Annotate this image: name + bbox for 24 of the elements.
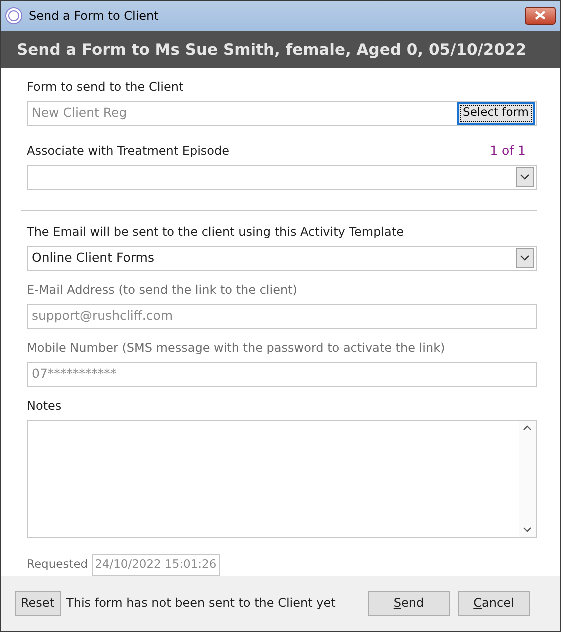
template-dropdown[interactable]: Online Client Forms (27, 246, 537, 271)
dropdown-icon (516, 167, 534, 188)
window-title: Send a Form to Client (29, 8, 160, 25)
notes-field[interactable] (27, 420, 537, 538)
status-text: This form has not been sent to the Client yet (66, 595, 336, 612)
field-label: Notes (27, 398, 63, 415)
app-icon (5, 6, 23, 25)
cancel-button[interactable]: Cancel (458, 590, 530, 616)
scroll-down-icon[interactable] (523, 526, 532, 533)
scroll-up-icon[interactable] (523, 424, 532, 431)
dropdown-icon (516, 248, 534, 268)
requested-label: Requested (27, 556, 88, 573)
field-label: E-Mail Address (to send the link to the client) (27, 282, 298, 299)
send-button[interactable]: Send (368, 590, 450, 616)
requested-field: 24/10/2022 15:01:26 (92, 554, 220, 576)
dialog-heading: Send a Form to Ms Sue Smith, female, Aged 0, 05/10/2022 (1, 30, 560, 68)
reset-button[interactable]: Reset (15, 590, 61, 616)
field-label: Mobile Number (SMS message with the password to activate the link) (27, 340, 446, 357)
field-label: The Email will be sent to the client using this Activity Template (27, 224, 405, 241)
close-button[interactable] (525, 6, 556, 25)
field-label: Form to send to the Client (27, 78, 185, 96)
episode-counter: 1 of 1 (490, 142, 526, 160)
field-label: Associate with Treatment Episode (27, 142, 230, 160)
close-icon (535, 11, 546, 20)
